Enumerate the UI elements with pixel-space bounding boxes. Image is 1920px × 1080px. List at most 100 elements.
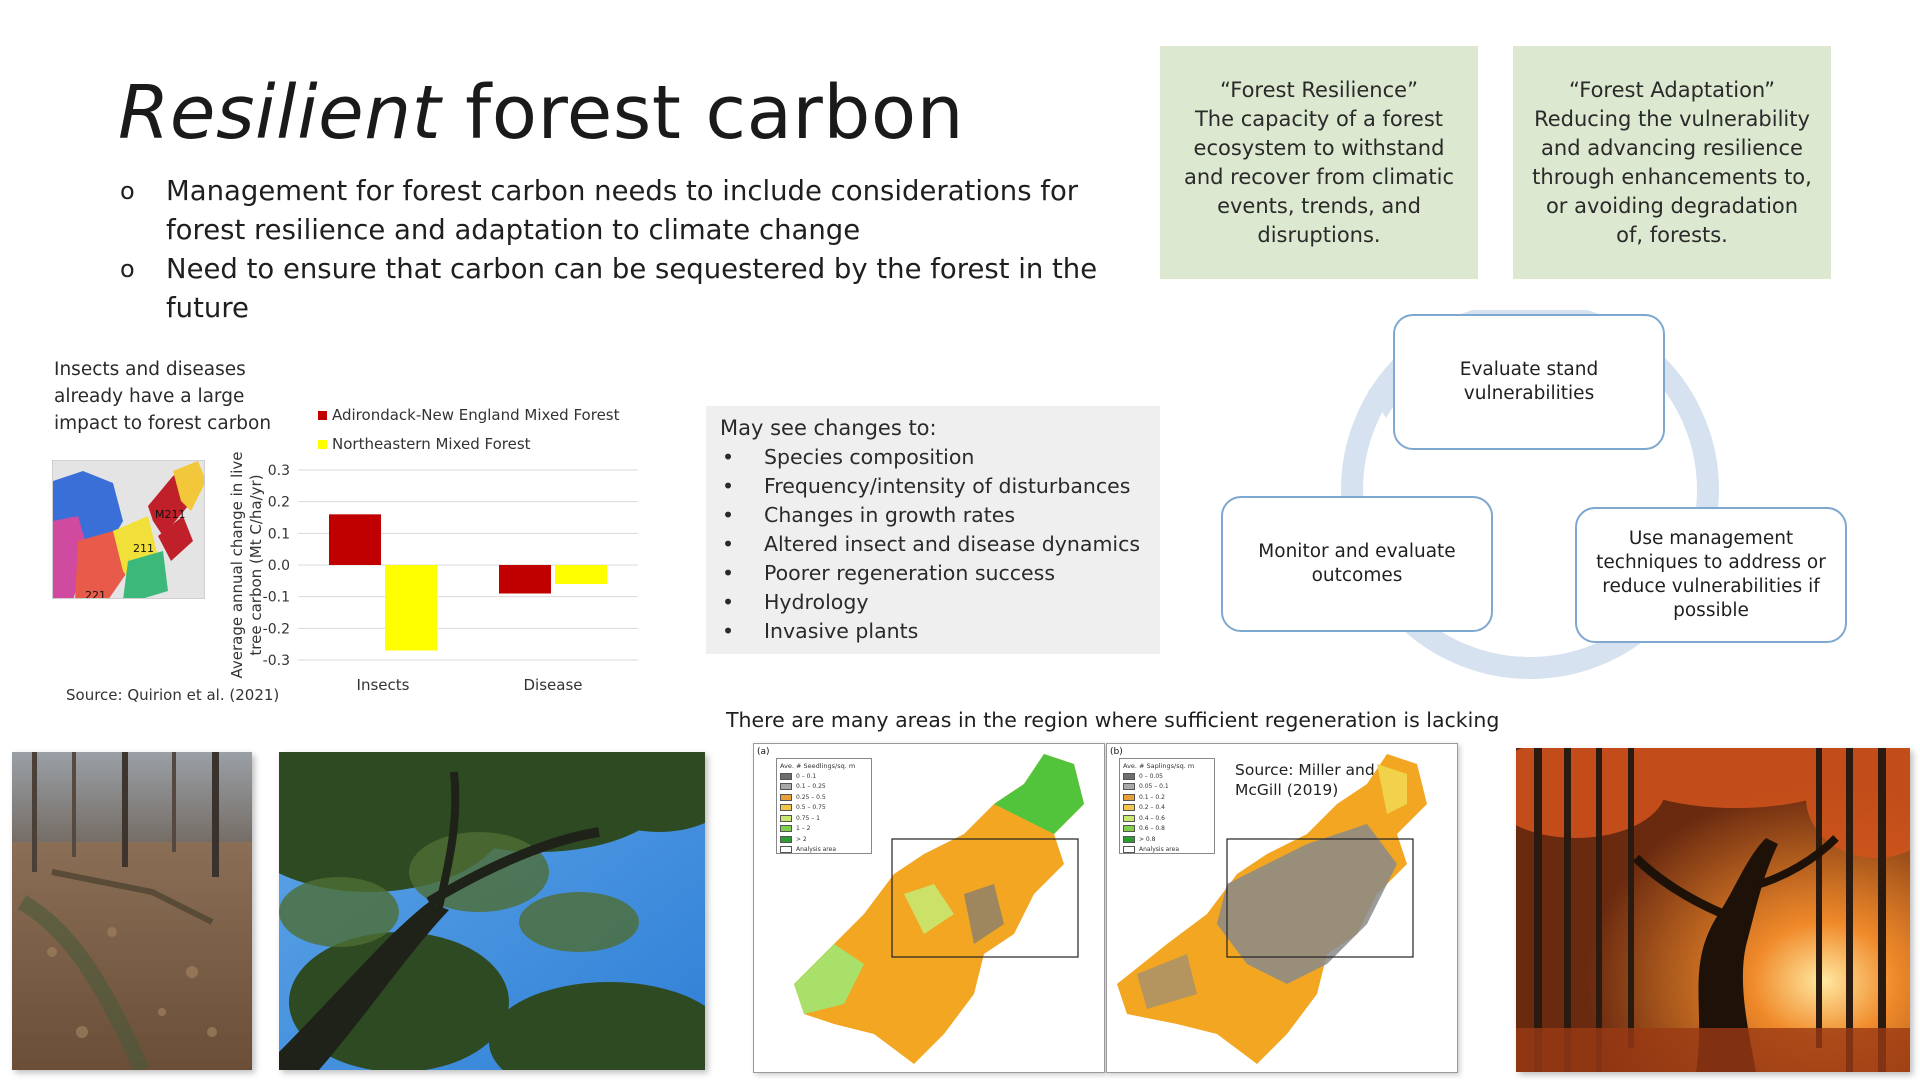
cycle-node-evaluate: Evaluate stand vulnerabilities [1393,314,1665,450]
legend-label: > 2 [796,835,807,843]
panel-a-label: (a) [757,747,770,757]
forest-floor-illustration [12,752,252,1070]
bullet-item: o Need to ensure that carbon can be seque… [118,250,1128,328]
legend-label: 0.25 – 0.5 [796,793,826,801]
changes-item-text: Poorer regeneration success [764,561,1056,585]
legend-row: 0 – 0.1 [780,771,868,782]
changes-list-item: • Invasive plants [720,617,1146,646]
bullet-item: o Management for forest carbon needs to i… [118,172,1128,250]
panel-b-label: (b) [1110,747,1123,757]
changes-list-item: • Changes in growth rates [720,501,1146,530]
legend-label: 0.1 – 0.2 [1139,793,1165,801]
source-citation-miller: Source: Miller and McGill (2019) [1235,761,1375,799]
legend-title: Ave. # Seedlings/sq. m [780,762,856,770]
legend-label: 0.1 – 0.25 [796,783,826,791]
changes-item-text: Invasive plants [764,619,919,643]
bar [555,565,607,584]
bullet-dot: • [722,474,735,498]
legend-label: 0.5 – 0.75 [796,804,826,812]
minimap-graphic: M211 211 221 [53,461,204,598]
regen-map-panel-b: (b) Ave. # Saplings/sq. m 0 – 0.05 0.05 –… [1106,743,1458,1073]
legend-row: 1 – 2 [780,824,868,835]
cycle-node-use-management: Use management techniques to address or … [1575,507,1847,643]
y-tick-label: 0.2 [268,495,290,511]
legend-label: 0 – 0.05 [1139,772,1163,780]
changes-item-text: Frequency/intensity of disturbances [764,474,1131,498]
legend-swatch [1123,814,1135,822]
legend-items: 0 – 0.1 0.1 – 0.25 0.25 – 0.5 0.5 – 0.75 0.7… [780,771,868,855]
legend-row: 0.5 – 0.75 [780,803,868,814]
legend-row: Analysis area [780,845,868,856]
changes-item-text: Altered insect and disease dynamics [764,532,1141,556]
bullet-dot: • [722,532,735,556]
y-tick-label: -0.2 [263,621,290,637]
legend-row: 0.4 – 0.6 [1123,813,1211,824]
legend-title: Ave. # Saplings/sq. m [1123,762,1195,770]
legend-swatch [780,772,792,780]
legend-row: 0 – 0.05 [1123,771,1211,782]
bar-chart-svg: 0.3 0.2 0.1 0.0 -0.1 -0.2 -0.3 Insects Disease Ad… [228,406,638,694]
legend-label: 0 – 0.1 [796,772,817,780]
y-tick-label: 0.0 [268,558,290,574]
legend-swatch [1123,825,1135,833]
changes-heading: May see changes to: [720,416,937,440]
legend-row: 0.2 – 0.4 [1123,803,1211,814]
definition-heading: “Forest Resilience” [1220,77,1418,102]
legend-swatch [1123,835,1135,843]
bullet-dot: • [722,561,735,585]
legend-row: > 2 [780,834,868,845]
definition-body: Reducing the vulnerability and advancing… [1532,106,1812,247]
legend-swatch [1123,804,1135,812]
legend-label: 0.75 – 1 [796,814,820,822]
carbon-change-chart: 0.3 0.2 0.1 0.0 -0.1 -0.2 -0.3 Insects Disease Ad… [228,400,648,700]
legend-swatch [1123,783,1135,791]
legend-label: Northeastern Mixed Forest [332,435,531,453]
legend-row: 0.1 – 0.2 [1123,792,1211,803]
legend-label: Analysis area [796,846,837,854]
bar [329,514,381,565]
bullet-dot: • [722,619,735,643]
changes-item-text: Changes in growth rates [764,503,1016,527]
minimap-label: 211 [133,542,154,555]
legend-row: 0.75 – 1 [780,813,868,824]
legend-row: > 0.8 [1123,834,1211,845]
legend-swatch [780,814,792,822]
legend-label: 0.6 – 0.8 [1139,825,1165,833]
legend-label: 0.2 – 0.4 [1139,804,1165,812]
changes-list-item: • Species composition [720,443,1146,472]
definition-body: The capacity of a forest ecosystem to wi… [1183,106,1455,247]
regeneration-caption: There are many areas in the region where… [726,708,1500,732]
legend-row: Analysis area [1123,845,1211,856]
legend-label: 0.05 – 0.1 [1139,783,1169,791]
legend-row: 0.05 – 0.1 [1123,782,1211,793]
legend-swatch [780,783,792,791]
bullet-marker: o [120,255,135,283]
bullet-marker: o [120,177,135,205]
legend-swatch [318,440,327,449]
legend-row: 0.25 – 0.5 [780,792,868,803]
oak-canopy-illustration [279,752,705,1070]
autumn-forest-illustration [1516,748,1910,1072]
legend-label: Adirondack-New England Mixed Forest [332,406,620,424]
y-tick-label: 0.3 [268,463,290,479]
photo-forest-floor [12,752,252,1070]
bullet-dot: • [722,503,735,527]
y-tick-label: 0.1 [268,526,290,542]
bar [499,565,551,594]
legend-row: 0.1 – 0.25 [780,782,868,793]
legend-row: 0.6 – 0.8 [1123,824,1211,835]
legend-label: > 0.8 [1139,835,1156,843]
changes-list-item: • Altered insect and disease dynamics [720,530,1146,559]
definition-heading: “Forest Adaptation” [1569,77,1775,102]
photo-oak-canopy [279,752,705,1070]
changes-box: May see changes to: • Species composition… [706,406,1160,654]
legend-swatch [780,793,792,801]
bar [385,565,437,651]
regen-map-panel-a: (a) Ave. # Seedlings/sq. m 0 – 0.1 0.1 – … [753,743,1105,1073]
y-axis-label: Average annual change in livetree carbon… [228,451,265,678]
slide-title: Resilient forest carbon [118,70,964,156]
legend-swatch [780,835,792,843]
legend-items: 0 – 0.05 0.05 – 0.1 0.1 – 0.2 0.2 – 0.4 0.4 … [1123,771,1211,855]
title-rest: forest carbon [441,70,964,156]
ecoregion-minimap: M211 211 221 [52,460,205,599]
